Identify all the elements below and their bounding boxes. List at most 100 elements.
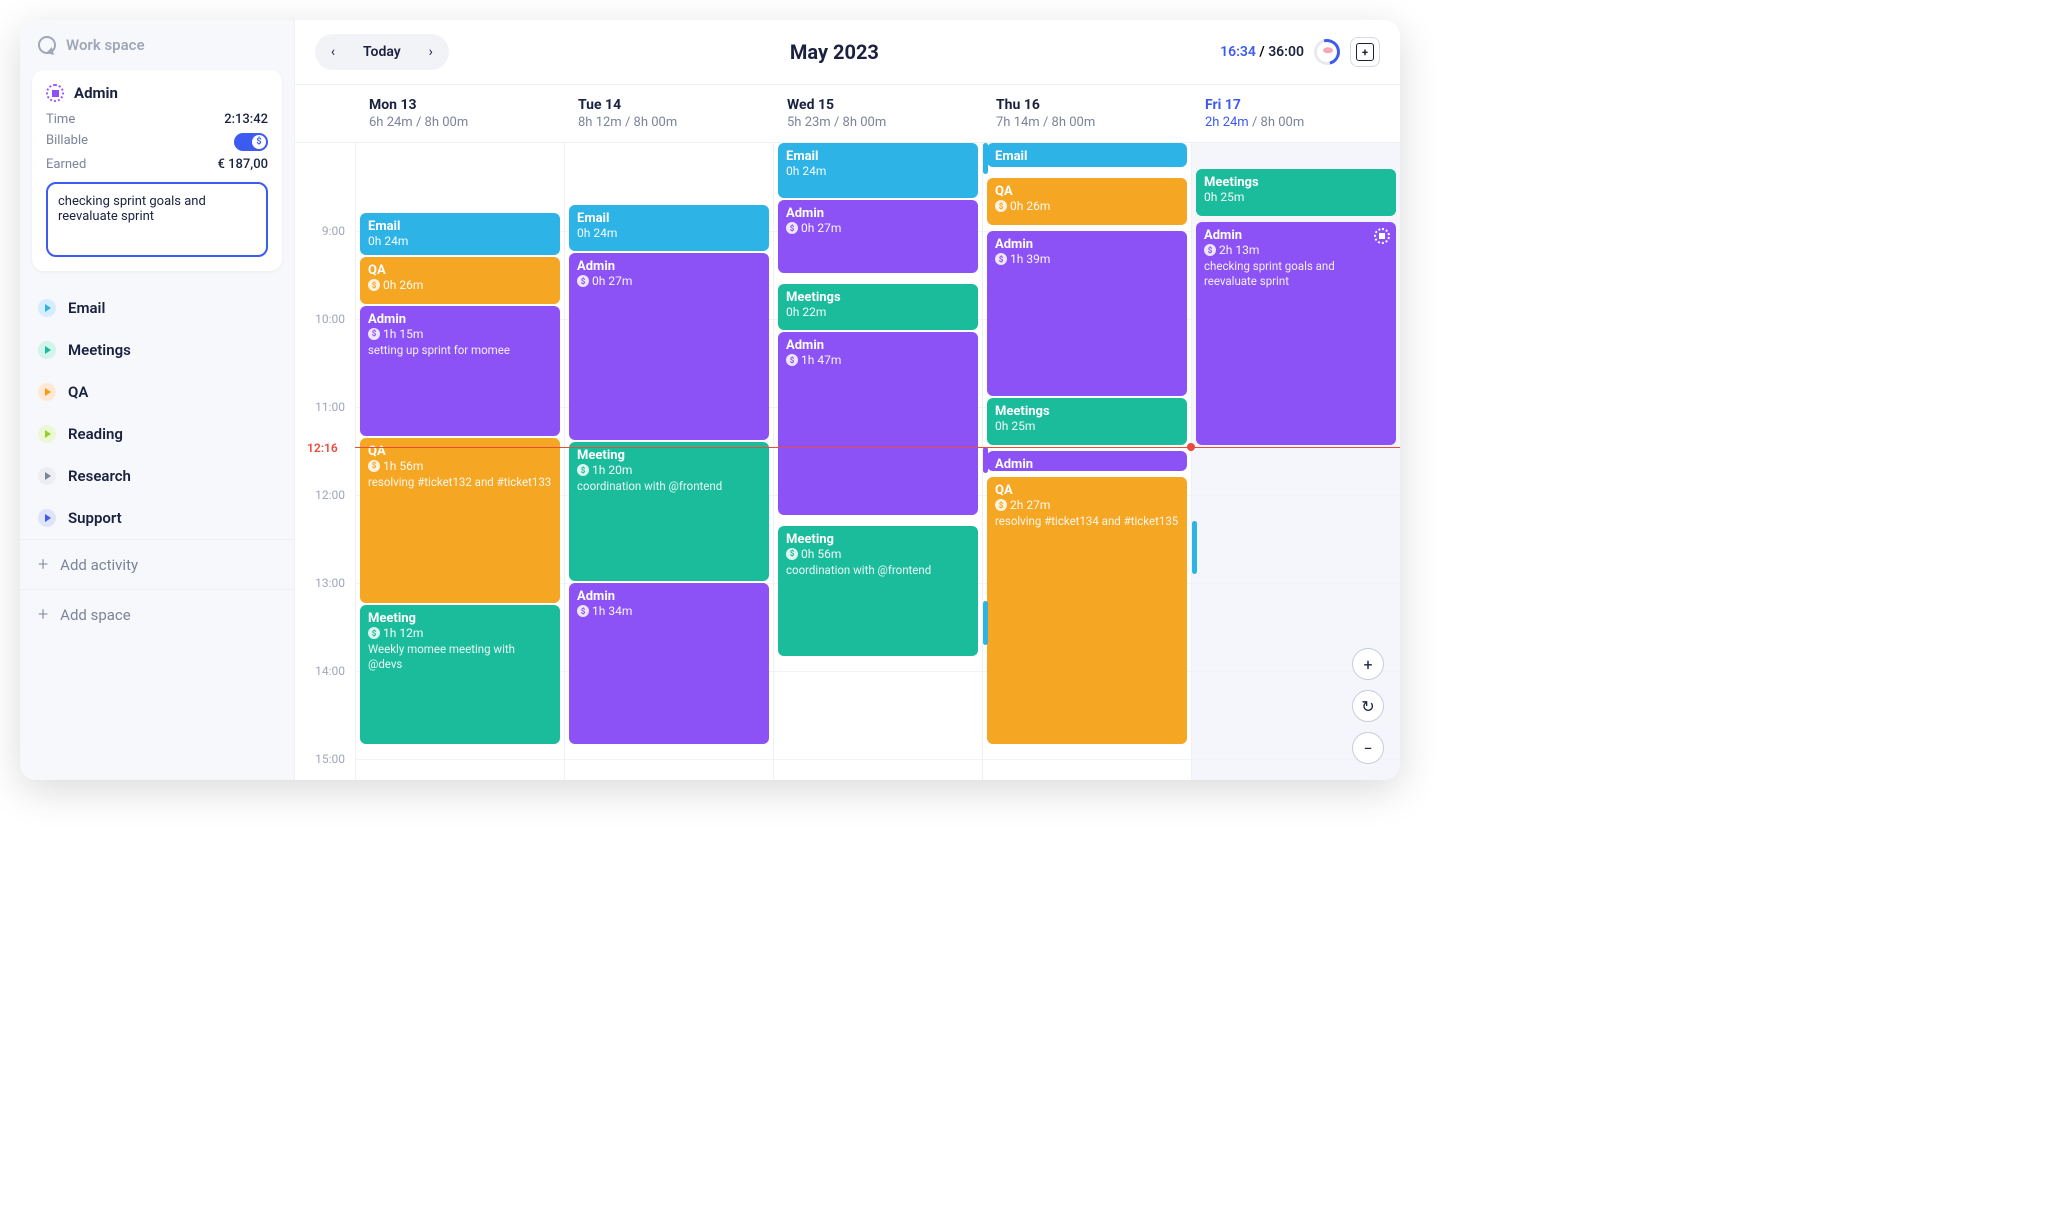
next-button[interactable]: ›: [417, 38, 445, 66]
billable-toggle[interactable]: [234, 133, 268, 151]
calendar-body[interactable]: 9:0010:0011:0012:0013:0014:0015:00 Email…: [295, 143, 1400, 780]
zoom-out-button[interactable]: −: [1352, 732, 1384, 764]
dollar-icon: $: [786, 354, 798, 366]
add-space-button[interactable]: + Add space: [20, 589, 294, 639]
play-icon: [38, 425, 56, 443]
event-block[interactable]: Admin: [987, 451, 1187, 471]
activities-list: Email Meetings QA Reading Research Support: [20, 287, 294, 539]
day-columns: Email0h 24mQA$ 0h 26mAdmin$ 1h 15msettin…: [355, 143, 1400, 780]
day-header[interactable]: Thu 167h 14m / 8h 00m: [982, 85, 1191, 142]
dollar-icon: $: [577, 275, 589, 287]
activity-meetings[interactable]: Meetings: [20, 329, 294, 371]
timer-display: 16:34 / 36:00: [1220, 44, 1304, 60]
activity-label: Meetings: [68, 341, 131, 359]
day-column[interactable]: Email QA$ 0h 26m Admin$ 1h 39mMeetings0h 2…: [982, 143, 1191, 780]
activity-email[interactable]: Email: [20, 287, 294, 329]
event-block[interactable]: Admin$ 1h 47m: [778, 332, 978, 515]
hour-label: 15:00: [315, 752, 345, 766]
month-title: May 2023: [449, 40, 1220, 64]
event-stripe: [983, 143, 988, 174]
event-block[interactable]: Meeting$ 1h 12mWeekly momee meeting with…: [360, 605, 560, 744]
play-icon: [38, 299, 56, 317]
activity-research[interactable]: Research: [20, 455, 294, 497]
event-stripe: [1192, 521, 1197, 574]
add-activity-button[interactable]: + Add activity: [20, 539, 294, 589]
event-block[interactable]: Meetings0h 22m: [778, 284, 978, 330]
hour-label: 10:00: [315, 312, 345, 326]
event-block[interactable]: Admin$ 0h 27m: [569, 253, 769, 440]
day-column[interactable]: Email0h 24mQA$ 0h 26mAdmin$ 1h 15msettin…: [355, 143, 564, 780]
day-column[interactable]: Email0h 24mAdmin$ 0h 27m Meetings0h 22mAd…: [773, 143, 982, 780]
dollar-icon: $: [368, 627, 380, 639]
space-name: Admin: [74, 84, 118, 102]
event-block[interactable]: QA$ 0h 26m: [987, 178, 1187, 224]
event-block[interactable]: Admin$ 0h 27m: [778, 200, 978, 273]
day-header[interactable]: Tue 148h 12m / 8h 00m: [564, 85, 773, 142]
progress-donut-icon[interactable]: [1309, 34, 1345, 70]
add-calendar-button[interactable]: [1350, 37, 1380, 67]
activity-reading[interactable]: Reading: [20, 413, 294, 455]
play-icon: [38, 467, 56, 485]
note-input[interactable]: checking sprint goals and reevaluate spr…: [46, 182, 268, 257]
activity-label: QA: [68, 383, 88, 401]
stat-time: Time 2:13:42: [46, 112, 268, 127]
play-icon: [38, 341, 56, 359]
dollar-icon: $: [995, 499, 1007, 511]
activity-label: Email: [68, 299, 105, 317]
event-block[interactable]: Admin$ 1h 15msetting up sprint for momee: [360, 306, 560, 436]
date-nav: ‹ Today ›: [315, 34, 449, 70]
dollar-icon: $: [786, 222, 798, 234]
event-block[interactable]: Email: [987, 143, 1187, 167]
activity-support[interactable]: Support: [20, 497, 294, 539]
activity-qa[interactable]: QA: [20, 371, 294, 413]
event-block[interactable]: Email0h 24m: [569, 205, 769, 251]
activity-label: Research: [68, 467, 131, 485]
event-block[interactable]: Meeting$ 0h 56mcoordination with @fronte…: [778, 526, 978, 656]
workspace-title: Work space: [66, 36, 145, 54]
dollar-icon: $: [995, 253, 1007, 265]
event-block[interactable]: Email0h 24m: [778, 143, 978, 198]
workspace-header[interactable]: Work space: [20, 20, 294, 64]
event-block[interactable]: QA$ 1h 56mresolving #ticket132 and #tick…: [360, 438, 560, 603]
main-panel: ‹ Today › May 2023 16:34 / 36:00 Mon 136…: [295, 20, 1400, 780]
activity-label: Support: [68, 509, 122, 527]
hour-label: 12:00: [315, 488, 345, 502]
day-headers: Mon 136h 24m / 8h 00mTue 148h 12m / 8h 0…: [295, 84, 1400, 143]
hour-label: 14:00: [315, 664, 345, 678]
event-stripe: [983, 447, 988, 473]
dollar-icon: $: [786, 548, 798, 560]
reset-button[interactable]: ↻: [1352, 690, 1384, 722]
dollar-icon: $: [1204, 244, 1216, 256]
hour-label: 11:00: [315, 400, 345, 414]
hour-label: 13:00: [315, 576, 345, 590]
today-button[interactable]: Today: [351, 44, 413, 60]
event-block[interactable]: Admin$ 1h 34m: [569, 583, 769, 744]
play-icon: [38, 509, 56, 527]
zoom-controls: + ↻ −: [1352, 648, 1384, 764]
day-header[interactable]: Mon 136h 24m / 8h 00m: [355, 85, 564, 142]
day-column[interactable]: Email0h 24mAdmin$ 0h 27mMeeting$ 1h 20mc…: [564, 143, 773, 780]
event-block[interactable]: Admin$ 1h 39m: [987, 231, 1187, 396]
event-block[interactable]: Email0h 24m: [360, 213, 560, 255]
app-window: Work space Admin Time 2:13:42 Billable E…: [20, 20, 1400, 780]
space-icon: [46, 84, 64, 102]
event-block[interactable]: Meetings0h 25m: [987, 398, 1187, 444]
prev-button[interactable]: ‹: [319, 38, 347, 66]
event-block[interactable]: Admin$ 2h 13mchecking sprint goals and r…: [1196, 222, 1396, 444]
activity-label: Reading: [68, 425, 123, 443]
day-header[interactable]: Wed 155h 23m / 8h 00m: [773, 85, 982, 142]
event-block[interactable]: Meeting$ 1h 20mcoordination with @fronte…: [569, 442, 769, 581]
hour-gutter: 9:0010:0011:0012:0013:0014:0015:00: [295, 143, 355, 780]
dollar-icon: $: [368, 460, 380, 472]
event-block[interactable]: QA$ 2h 27mresolving #ticket134 and #tick…: [987, 477, 1187, 743]
stat-billable: Billable: [46, 133, 268, 151]
event-block[interactable]: Meetings0h 25m: [1196, 169, 1396, 215]
dollar-icon: $: [368, 279, 380, 291]
space-title-row[interactable]: Admin: [46, 84, 268, 102]
zoom-in-button[interactable]: +: [1352, 648, 1384, 680]
dollar-icon: $: [577, 464, 589, 476]
dollar-icon: $: [368, 328, 380, 340]
event-block[interactable]: QA$ 0h 26m: [360, 257, 560, 303]
day-header[interactable]: Fri 172h 24m / 8h 00m: [1191, 85, 1400, 142]
workspace-icon: [38, 36, 56, 54]
